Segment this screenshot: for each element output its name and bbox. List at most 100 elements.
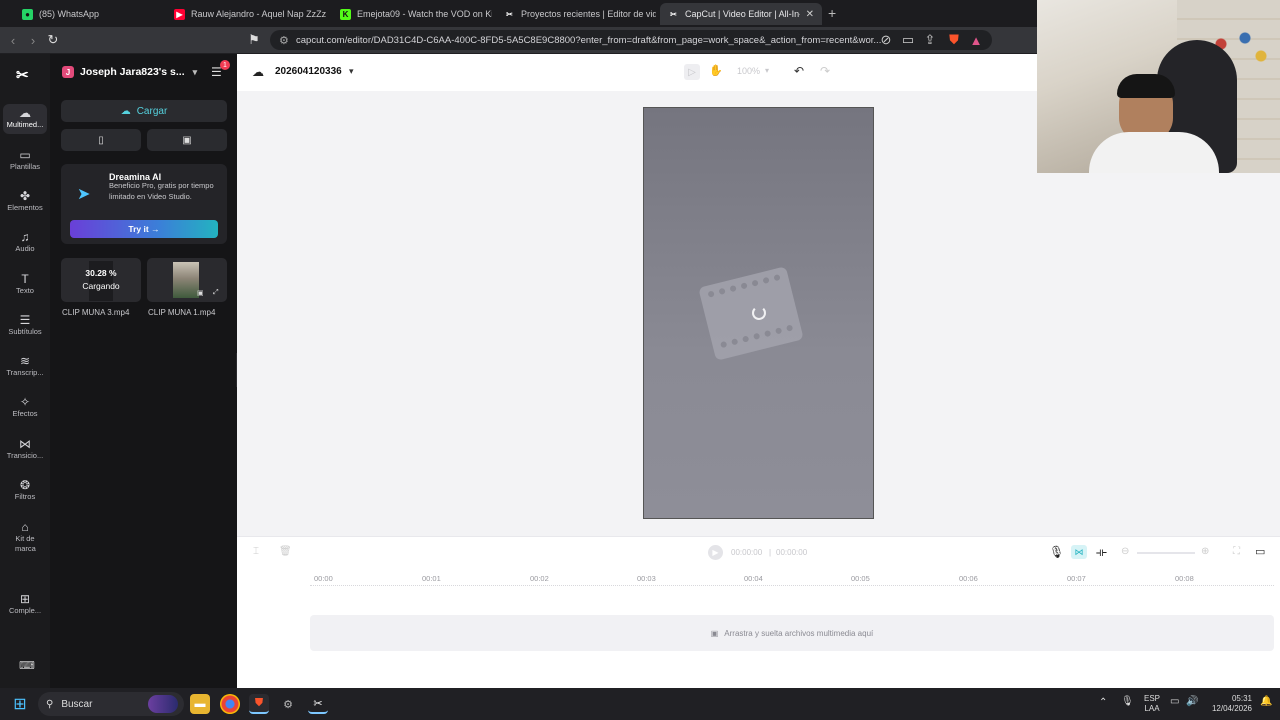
screen-record-button[interactable]: ▣ — [147, 129, 227, 151]
rail-item-templates[interactable]: ▭ Plantillas — [3, 149, 47, 172]
fit-icon[interactable]: ⛶ — [1233, 546, 1240, 557]
rail-item-subtitles[interactable]: ☰ Subtítulos — [3, 314, 47, 337]
tab-recent-projects[interactable]: ✂ Proyectos recientes | Editor de video — [496, 3, 656, 25]
tab-whatsapp[interactable]: ● (85) WhatsApp — [14, 3, 164, 25]
chrome-icon[interactable] — [220, 694, 240, 714]
capcut-icon: ✂ — [506, 9, 513, 19]
tab-youtube[interactable]: ▶ Rauw Alejandro - Aquel Nap ZzZz (Lo — [166, 3, 326, 25]
select-tool-icon[interactable]: ▷ — [684, 64, 700, 80]
cloud-sync-icon: ☁ — [252, 65, 264, 79]
chevron-down-icon[interactable]: ▾ — [349, 66, 354, 77]
clip-name: CLIP MUNA 1.mp4 — [148, 308, 216, 317]
bookmark-icon[interactable]: ⚑ — [246, 32, 262, 48]
file-explorer-icon[interactable]: ▬ — [190, 694, 210, 714]
workspace-avatar: J — [62, 66, 74, 78]
reload-icon[interactable]: ↻ — [45, 32, 61, 48]
network-icon[interactable]: ▭ — [1170, 697, 1179, 707]
capcut-icon[interactable]: ✂ — [308, 694, 328, 714]
split-icon[interactable]: ⌶ — [253, 546, 259, 557]
tab-title: Emejota09 - Watch the VOD on Kick — [357, 9, 492, 19]
project-name[interactable]: 202604120336 — [275, 66, 342, 77]
zoom-in-icon[interactable]: ⊕ — [1201, 546, 1209, 557]
redo-icon[interactable]: ↷ — [820, 64, 830, 78]
drop-zone[interactable]: ▣ Arrastra y suelta archivos multimedia … — [310, 615, 1274, 651]
media-clip[interactable]: ▣ ⤢ — [147, 258, 227, 302]
hand-tool-icon[interactable]: ✋ — [709, 64, 723, 77]
rail-item-elements[interactable]: ✤ Elementos — [3, 189, 47, 213]
input-language[interactable]: ESP — [1141, 694, 1163, 704]
close-tab-icon[interactable]: ✕ — [806, 9, 814, 20]
settings-icon[interactable]: ⚙ — [278, 694, 298, 714]
expand-icon[interactable]: ⤢ — [213, 289, 219, 297]
rail-item-label: Efectos — [12, 409, 38, 418]
elements-icon: ✤ — [19, 189, 31, 203]
rail-item-transcript[interactable]: ≋ Transcrip... — [3, 355, 47, 378]
no-tracking-icon[interactable]: ⊘ — [878, 32, 894, 48]
rail-item-effects[interactable]: ✧ Efectos — [3, 396, 47, 419]
time-tick: 00:08 — [1175, 574, 1194, 583]
volume-icon[interactable]: 🔊 — [1186, 697, 1198, 707]
chevron-down-icon: ▾ — [192, 66, 198, 77]
undo-icon[interactable]: ↶ — [794, 64, 804, 78]
time-tick: 00:07 — [1067, 574, 1086, 583]
brave-rewards-icon[interactable]: ▲ — [968, 32, 984, 48]
time-tick: 00:00 — [314, 574, 333, 583]
media-panel: J Joseph Jara823's s... ▾ ☰ 1 ☁ Cargar ▯… — [50, 54, 237, 688]
chevron-down-icon[interactable]: ▾ — [765, 66, 769, 75]
magnet-icon[interactable]: ⋈ — [1071, 545, 1087, 559]
rail-item-audio[interactable]: ♫ Audio — [3, 231, 47, 254]
feedback-icon[interactable]: ▭ — [1255, 545, 1265, 558]
add-to-timeline-icon[interactable]: ▣ — [197, 289, 204, 297]
brave-icon[interactable]: ⛊ — [249, 694, 269, 714]
phone-upload-button[interactable]: ▯ — [61, 129, 141, 151]
play-button[interactable]: ▶ — [708, 545, 723, 560]
zoom-out-icon[interactable]: ⊖ — [1121, 546, 1129, 557]
white-shirt — [1089, 132, 1219, 173]
plugins-icon: ⊞ — [19, 592, 31, 606]
tab-kick[interactable]: K Emejota09 - Watch the VOD on Kick — [332, 3, 492, 25]
rail-item-filters[interactable]: ❂ Filtros — [3, 478, 47, 502]
workspace-switcher[interactable]: J Joseph Jara823's s... ▾ — [62, 64, 232, 80]
webcam-overlay — [1037, 0, 1280, 173]
clock-time[interactable]: 05:31 — [1208, 694, 1252, 704]
windows-start-icon[interactable]: ⊞ — [10, 694, 30, 714]
back-icon[interactable]: ‹ — [5, 32, 21, 48]
new-tab-button[interactable]: + — [828, 5, 836, 21]
keyboard-shortcuts-icon[interactable]: ⌨ — [19, 659, 35, 672]
link-icon[interactable]: ⟛ — [1096, 545, 1107, 560]
capcut-logo-icon[interactable]: ✂ — [16, 66, 29, 84]
brave-shield-icon[interactable]: ⛊ — [946, 32, 962, 48]
try-it-button[interactable]: Try it → — [70, 220, 218, 238]
share-icon[interactable]: ⇪ — [922, 32, 938, 48]
notification-badge: 1 — [220, 60, 230, 70]
forward-icon[interactable]: › — [25, 32, 41, 48]
microphone-icon[interactable]: 🎙 — [1121, 697, 1134, 707]
timeline-ruler — [310, 585, 1274, 588]
input-language-variant: LAA — [1144, 704, 1160, 713]
upload-button[interactable]: ☁ Cargar — [61, 100, 227, 122]
cast-icon[interactable]: ▭ — [900, 32, 916, 48]
tab-capcut-editor[interactable]: ✂ CapCut | Video Editor | All-In-On ✕ — [660, 3, 822, 25]
zoom-level[interactable]: 100% — [737, 66, 760, 76]
taskbar-search[interactable]: ⚲ Buscar — [38, 692, 184, 716]
zoom-slider[interactable] — [1137, 552, 1195, 554]
tray-overflow-icon[interactable]: ⌃ — [1099, 698, 1107, 708]
media-placeholder-icon — [698, 266, 804, 361]
whatsapp-icon: ● — [22, 8, 33, 20]
timeline-toolbar: ⌶ 🗑 ▶ 00:00:00 | 00:00:00 🎙 ⋈ ⟛ ⊖ ⊕ ⛶ ▭ — [237, 536, 1280, 568]
rail-item-brand-kit[interactable]: ⌂ Kit de marca — [3, 521, 47, 554]
rail-item-transitions[interactable]: ⋈ Transicio... — [3, 438, 47, 461]
rail-item-plugins[interactable]: ⊞ Comple... — [3, 592, 47, 616]
notifications-icon[interactable]: 🔔 — [1260, 697, 1272, 707]
rail-item-label: Comple... — [8, 606, 42, 615]
delete-icon[interactable]: 🗑 — [279, 546, 292, 557]
filters-icon: ❂ — [19, 478, 31, 492]
rail-item-label: Elementos — [7, 203, 43, 212]
microphone-icon[interactable]: 🎙 — [1049, 545, 1064, 559]
timeline[interactable]: 00:00 00:01 00:02 00:03 00:04 00:05 00:0… — [237, 568, 1280, 688]
site-settings-icon[interactable]: ⚙ — [279, 34, 289, 47]
rail-item-media[interactable]: ☁ Multimed... — [3, 104, 47, 134]
rail-item-text[interactable]: T Texto — [3, 273, 47, 296]
video-preview[interactable] — [643, 107, 874, 519]
media-clip-uploading[interactable]: 30.28 % Cargando — [61, 258, 141, 302]
